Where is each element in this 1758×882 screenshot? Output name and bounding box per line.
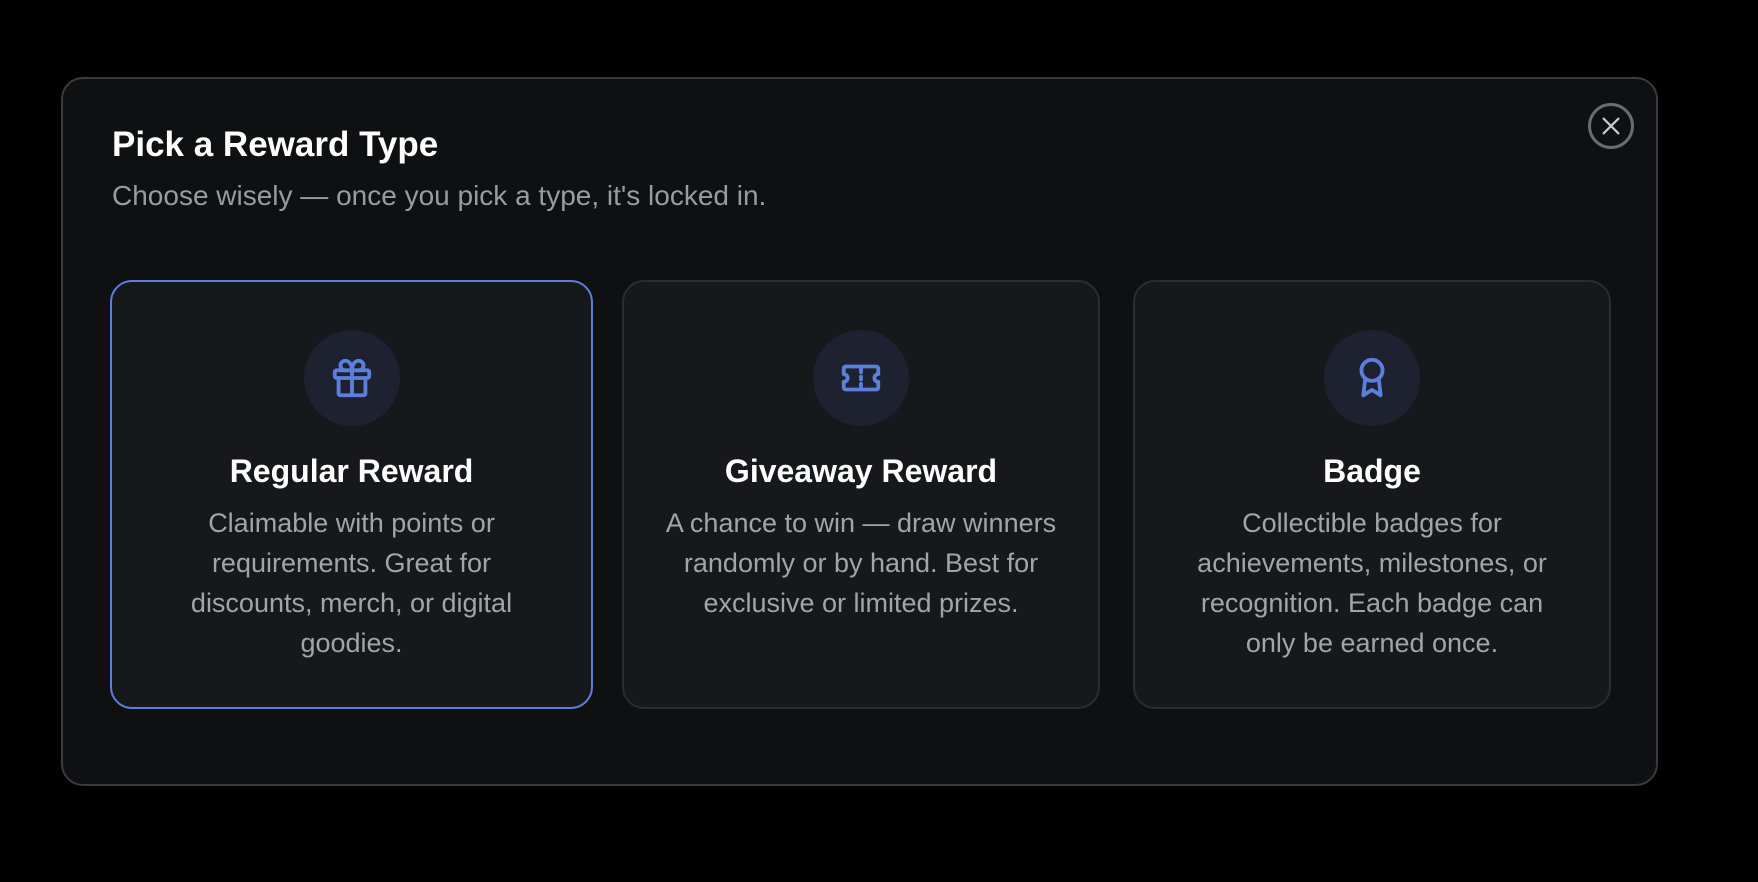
dialog-subtitle: Choose wisely — once you pick a type, it… bbox=[112, 180, 767, 211]
giveaway-reward-description: A chance to win — draw winners randomly … bbox=[665, 508, 1057, 618]
giveaway-reward-icon-badge bbox=[813, 330, 909, 426]
close-button[interactable] bbox=[1588, 103, 1634, 149]
dialog-title: Pick a Reward Type bbox=[112, 125, 439, 164]
regular-reward-description: Claimable with points or requirements. G… bbox=[190, 508, 513, 658]
regular-reward-icon-badge bbox=[303, 330, 400, 426]
award-icon bbox=[1359, 357, 1385, 398]
badge-icon-badge bbox=[1324, 330, 1420, 426]
reward-type-dialog: Pick a Reward Type Choose wisely — once … bbox=[61, 77, 1658, 786]
giveaway-reward-title: Giveaway Reward bbox=[724, 453, 998, 489]
badge-description: Collectible badges for achievements, mil… bbox=[1197, 508, 1547, 658]
close-icon bbox=[1602, 117, 1620, 135]
reward-option-regular[interactable]: Regular Reward Claimable with points or … bbox=[110, 280, 593, 709]
badge-title: Badge bbox=[1323, 453, 1421, 489]
gift-icon bbox=[332, 358, 371, 398]
ticket-icon bbox=[841, 364, 881, 392]
reward-option-badge[interactable]: Badge Collectible badges for achievement… bbox=[1133, 280, 1611, 709]
regular-reward-title: Regular Reward bbox=[229, 453, 474, 489]
reward-option-giveaway[interactable]: Giveaway Reward A chance to win — draw w… bbox=[622, 280, 1100, 709]
